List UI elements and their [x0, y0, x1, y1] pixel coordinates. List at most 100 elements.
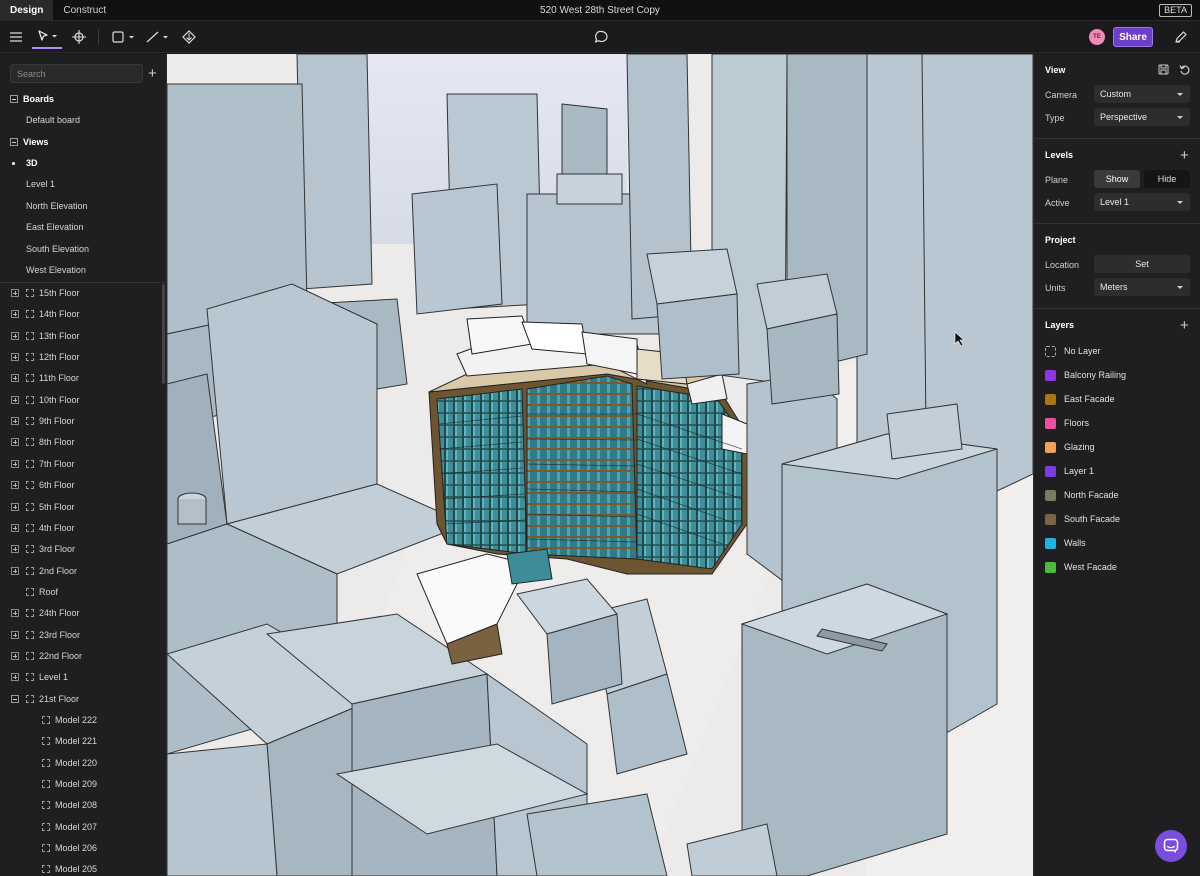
- expand-icon[interactable]: [11, 289, 19, 297]
- level-row[interactable]: Level 1: [0, 667, 160, 688]
- expand-icon[interactable]: [11, 481, 19, 490]
- level-row[interactable]: 5th Floor: [0, 497, 160, 518]
- level-row[interactable]: 22nd Floor: [0, 646, 160, 667]
- layer-color-swatch[interactable]: [1045, 441, 1056, 453]
- expand-icon[interactable]: [11, 374, 19, 383]
- collapse-icon[interactable]: [10, 138, 18, 146]
- layer-color-swatch[interactable]: [1045, 561, 1056, 573]
- layer-item[interactable]: North Facade: [1045, 489, 1119, 501]
- comment-icon[interactable]: [592, 25, 610, 49]
- view-item[interactable]: East Elevation: [26, 222, 84, 232]
- layer-color-swatch[interactable]: [1045, 417, 1056, 429]
- expand-icon[interactable]: [11, 630, 19, 639]
- type-select[interactable]: Perspective: [1094, 108, 1190, 126]
- expand-icon[interactable]: [11, 310, 19, 319]
- level-row[interactable]: 12th Floor: [0, 347, 160, 368]
- active-level-select[interactable]: Level 1: [1094, 193, 1190, 211]
- rectangle-icon[interactable]: [110, 25, 138, 49]
- view-item[interactable]: North Elevation: [26, 201, 88, 211]
- expand-icon[interactable]: [11, 331, 19, 340]
- views-header[interactable]: Views: [10, 137, 48, 147]
- level-row[interactable]: 11th Floor: [0, 368, 160, 389]
- expand-icon[interactable]: [11, 523, 19, 532]
- layer-color-swatch[interactable]: [1045, 393, 1056, 405]
- move-icon[interactable]: [70, 25, 88, 49]
- level-row[interactable]: Roof: [0, 582, 160, 603]
- plane-show-button[interactable]: Show: [1094, 170, 1140, 188]
- reset-view-icon[interactable]: [1179, 64, 1191, 79]
- layer-item[interactable]: Layer 1: [1045, 465, 1094, 477]
- layer-item[interactable]: Balcony Railing: [1045, 369, 1126, 381]
- expand-icon[interactable]: [11, 417, 19, 426]
- expand-icon[interactable]: [11, 395, 19, 404]
- level-row[interactable]: 3rd Floor: [0, 539, 160, 560]
- tab-construct[interactable]: Construct: [53, 0, 116, 21]
- level-row[interactable]: 15th Floor: [0, 283, 160, 304]
- level-row[interactable]: 8th Floor: [0, 432, 160, 453]
- boards-header[interactable]: Boards: [10, 94, 54, 104]
- layer-item[interactable]: Glazing: [1045, 441, 1095, 453]
- model-row[interactable]: Model 222: [0, 710, 160, 731]
- add-icon[interactable]: +: [148, 66, 157, 81]
- layer-color-swatch[interactable]: [1045, 345, 1056, 357]
- model-row[interactable]: Model 220: [0, 753, 160, 774]
- camera-select[interactable]: Custom: [1094, 85, 1190, 103]
- expand-icon[interactable]: [11, 459, 19, 468]
- model-row[interactable]: Model 206: [0, 838, 160, 859]
- level-row[interactable]: 2nd Floor: [0, 561, 160, 582]
- collapse-icon[interactable]: [10, 95, 18, 103]
- extrude-icon[interactable]: [180, 25, 198, 49]
- expand-icon[interactable]: [11, 545, 19, 554]
- level-row[interactable]: 21st Floor: [0, 689, 160, 710]
- layer-color-swatch[interactable]: [1045, 513, 1056, 525]
- level-row[interactable]: 13th Floor: [0, 326, 160, 347]
- select-cursor-icon[interactable]: [32, 25, 62, 49]
- layer-color-swatch[interactable]: [1045, 489, 1056, 501]
- layer-item[interactable]: West Facade: [1045, 561, 1117, 573]
- collapse-icon[interactable]: [11, 694, 19, 703]
- expand-icon[interactable]: [11, 502, 19, 511]
- layer-item[interactable]: Floors: [1045, 417, 1089, 429]
- add-level-icon[interactable]: +: [1180, 148, 1189, 163]
- search-input[interactable]: [10, 64, 143, 83]
- model-row[interactable]: Model 221: [0, 731, 160, 752]
- 3d-model-scene[interactable]: [167, 54, 1033, 876]
- view-item[interactable]: South Elevation: [26, 244, 89, 254]
- board-item[interactable]: Default board: [26, 115, 80, 125]
- expand-icon[interactable]: [11, 609, 19, 618]
- layer-item[interactable]: No Layer: [1045, 345, 1101, 357]
- level-row[interactable]: 4th Floor: [0, 518, 160, 539]
- view-item[interactable]: West Elevation: [26, 265, 86, 275]
- expand-icon[interactable]: [11, 673, 19, 682]
- pen-icon[interactable]: [1172, 25, 1190, 49]
- expand-icon[interactable]: [11, 651, 19, 660]
- expand-icon[interactable]: [11, 566, 19, 575]
- plane-hide-button[interactable]: Hide: [1144, 170, 1190, 188]
- layer-color-swatch[interactable]: [1045, 537, 1056, 549]
- user-avatar[interactable]: TE: [1089, 29, 1105, 45]
- sidebar-scrollbar[interactable]: [162, 284, 165, 384]
- 3d-viewport[interactable]: [167, 54, 1033, 876]
- expand-icon[interactable]: [11, 353, 19, 362]
- view-item[interactable]: 3D: [26, 158, 38, 168]
- line-icon[interactable]: [145, 25, 171, 49]
- set-location-button[interactable]: Set: [1094, 255, 1190, 273]
- layer-item[interactable]: South Facade: [1045, 513, 1120, 525]
- level-row[interactable]: 7th Floor: [0, 454, 160, 475]
- model-row[interactable]: Model 207: [0, 817, 160, 838]
- level-row[interactable]: 23rd Floor: [0, 625, 160, 646]
- units-select[interactable]: Meters: [1094, 278, 1190, 296]
- level-row[interactable]: 24th Floor: [0, 603, 160, 624]
- view-item[interactable]: Level 1: [26, 179, 55, 189]
- layer-item[interactable]: East Facade: [1045, 393, 1115, 405]
- layer-item[interactable]: Walls: [1045, 537, 1086, 549]
- expand-icon[interactable]: [11, 438, 19, 447]
- level-row[interactable]: 10th Floor: [0, 390, 160, 411]
- save-view-icon[interactable]: [1158, 64, 1169, 78]
- model-row[interactable]: Model 209: [0, 774, 160, 795]
- add-layer-icon[interactable]: +: [1180, 318, 1189, 333]
- level-row[interactable]: 6th Floor: [0, 475, 160, 496]
- level-row[interactable]: 14th Floor: [0, 304, 160, 325]
- share-button[interactable]: Share: [1113, 27, 1153, 47]
- menu-icon[interactable]: [8, 25, 24, 49]
